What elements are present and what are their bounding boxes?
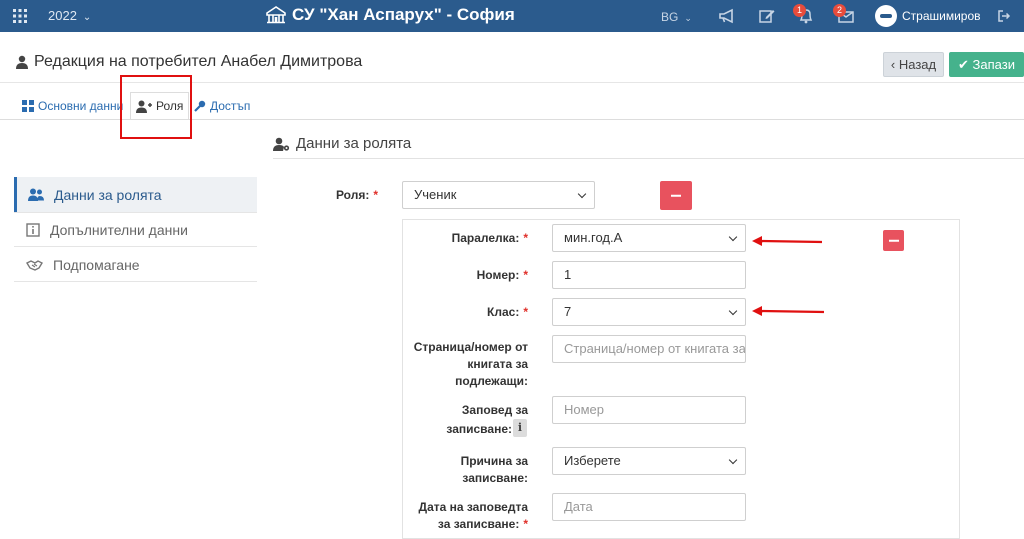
edit-icon[interactable] [758,8,776,24]
sidebar-item-role-data[interactable]: Данни за ролята [14,177,257,212]
apps-grid-icon[interactable] [12,8,28,24]
section-title: Данни за ролята [273,135,411,152]
logout-icon[interactable] [997,9,1011,23]
notifications-button[interactable]: 1 [793,4,815,24]
annotation-highlight-box [120,75,192,139]
chevron-left-icon: ‹ [890,57,896,72]
grade-select[interactable]: 7 [552,298,746,326]
top-navbar: 2022 ⌄ СУ "Хан Аспарух" - София BG ⌄ 1 2 С… [0,0,1024,32]
annotation-arrow-icon [752,236,823,246]
avatar[interactable] [875,5,897,27]
user-icon [16,55,28,69]
save-button[interactable]: ✔ Запази [949,52,1024,77]
class-label: Паралелка: * [451,231,528,245]
megaphone-icon[interactable] [718,8,736,24]
language-selector[interactable]: BG ⌄ [661,10,692,24]
messages-button[interactable]: 2 [833,4,855,24]
check-icon: ✔ [958,57,969,72]
page-title: Редакция на потребител Анабел Димитрова [16,53,362,71]
tab-access[interactable]: Достъп [194,92,250,120]
role-label: Роля: * [335,188,378,202]
enrollment-order-label: Заповед за записване: [446,403,528,436]
enrollment-reason-label: Причина за записване: [460,454,528,485]
handshake-icon [26,259,43,271]
book-page-label: Страница/номер от книгата за подлежащи: [413,340,528,388]
number-input[interactable]: 1 [552,261,746,289]
school-title: СУ "Хан Аспарух" - София [266,5,515,25]
role-select[interactable]: Ученик [402,181,595,209]
chevron-down-icon: ⌄ [82,12,92,23]
username[interactable]: Страшимиров [902,9,981,23]
book-page-input[interactable]: Страница/номер от книгата за подлежащи [552,335,746,363]
chevron-down-icon: ⌄ [684,13,692,23]
year-selector[interactable]: 2022 ⌄ [48,8,91,23]
info-icon[interactable]: i [513,419,527,437]
info-icon [26,222,40,237]
key-icon [194,100,206,112]
class-select[interactable]: мин.год.А [552,224,746,252]
user-gear-icon [273,137,290,151]
sidebar-item-additional-data[interactable]: Допълнителни данни [14,212,257,247]
grade-label: Клас: * [487,305,528,319]
messages-badge: 2 [833,4,846,17]
number-label: Номер: * [476,268,528,282]
grid-icon [22,100,34,112]
notifications-badge: 1 [793,4,806,17]
annotation-arrow-icon [752,306,825,316]
tab-basic-data[interactable]: Основни данни [22,92,123,120]
sidebar-item-support[interactable]: Подпомагане [14,247,257,282]
sidebar-divider [14,281,257,282]
back-button[interactable]: ‹ Назад [883,52,944,77]
remove-role-button[interactable] [660,181,692,210]
enrollment-reason-select[interactable]: Изберете [552,447,746,475]
order-date-input[interactable]: Дата [552,493,746,521]
order-date-label: Дата на заповедта за записване: * [418,500,528,531]
school-building-icon [266,6,286,24]
enrollment-order-input[interactable]: Номер [552,396,746,424]
remove-class-button[interactable] [883,230,904,251]
section-divider [273,158,1024,159]
users-icon [28,188,44,201]
